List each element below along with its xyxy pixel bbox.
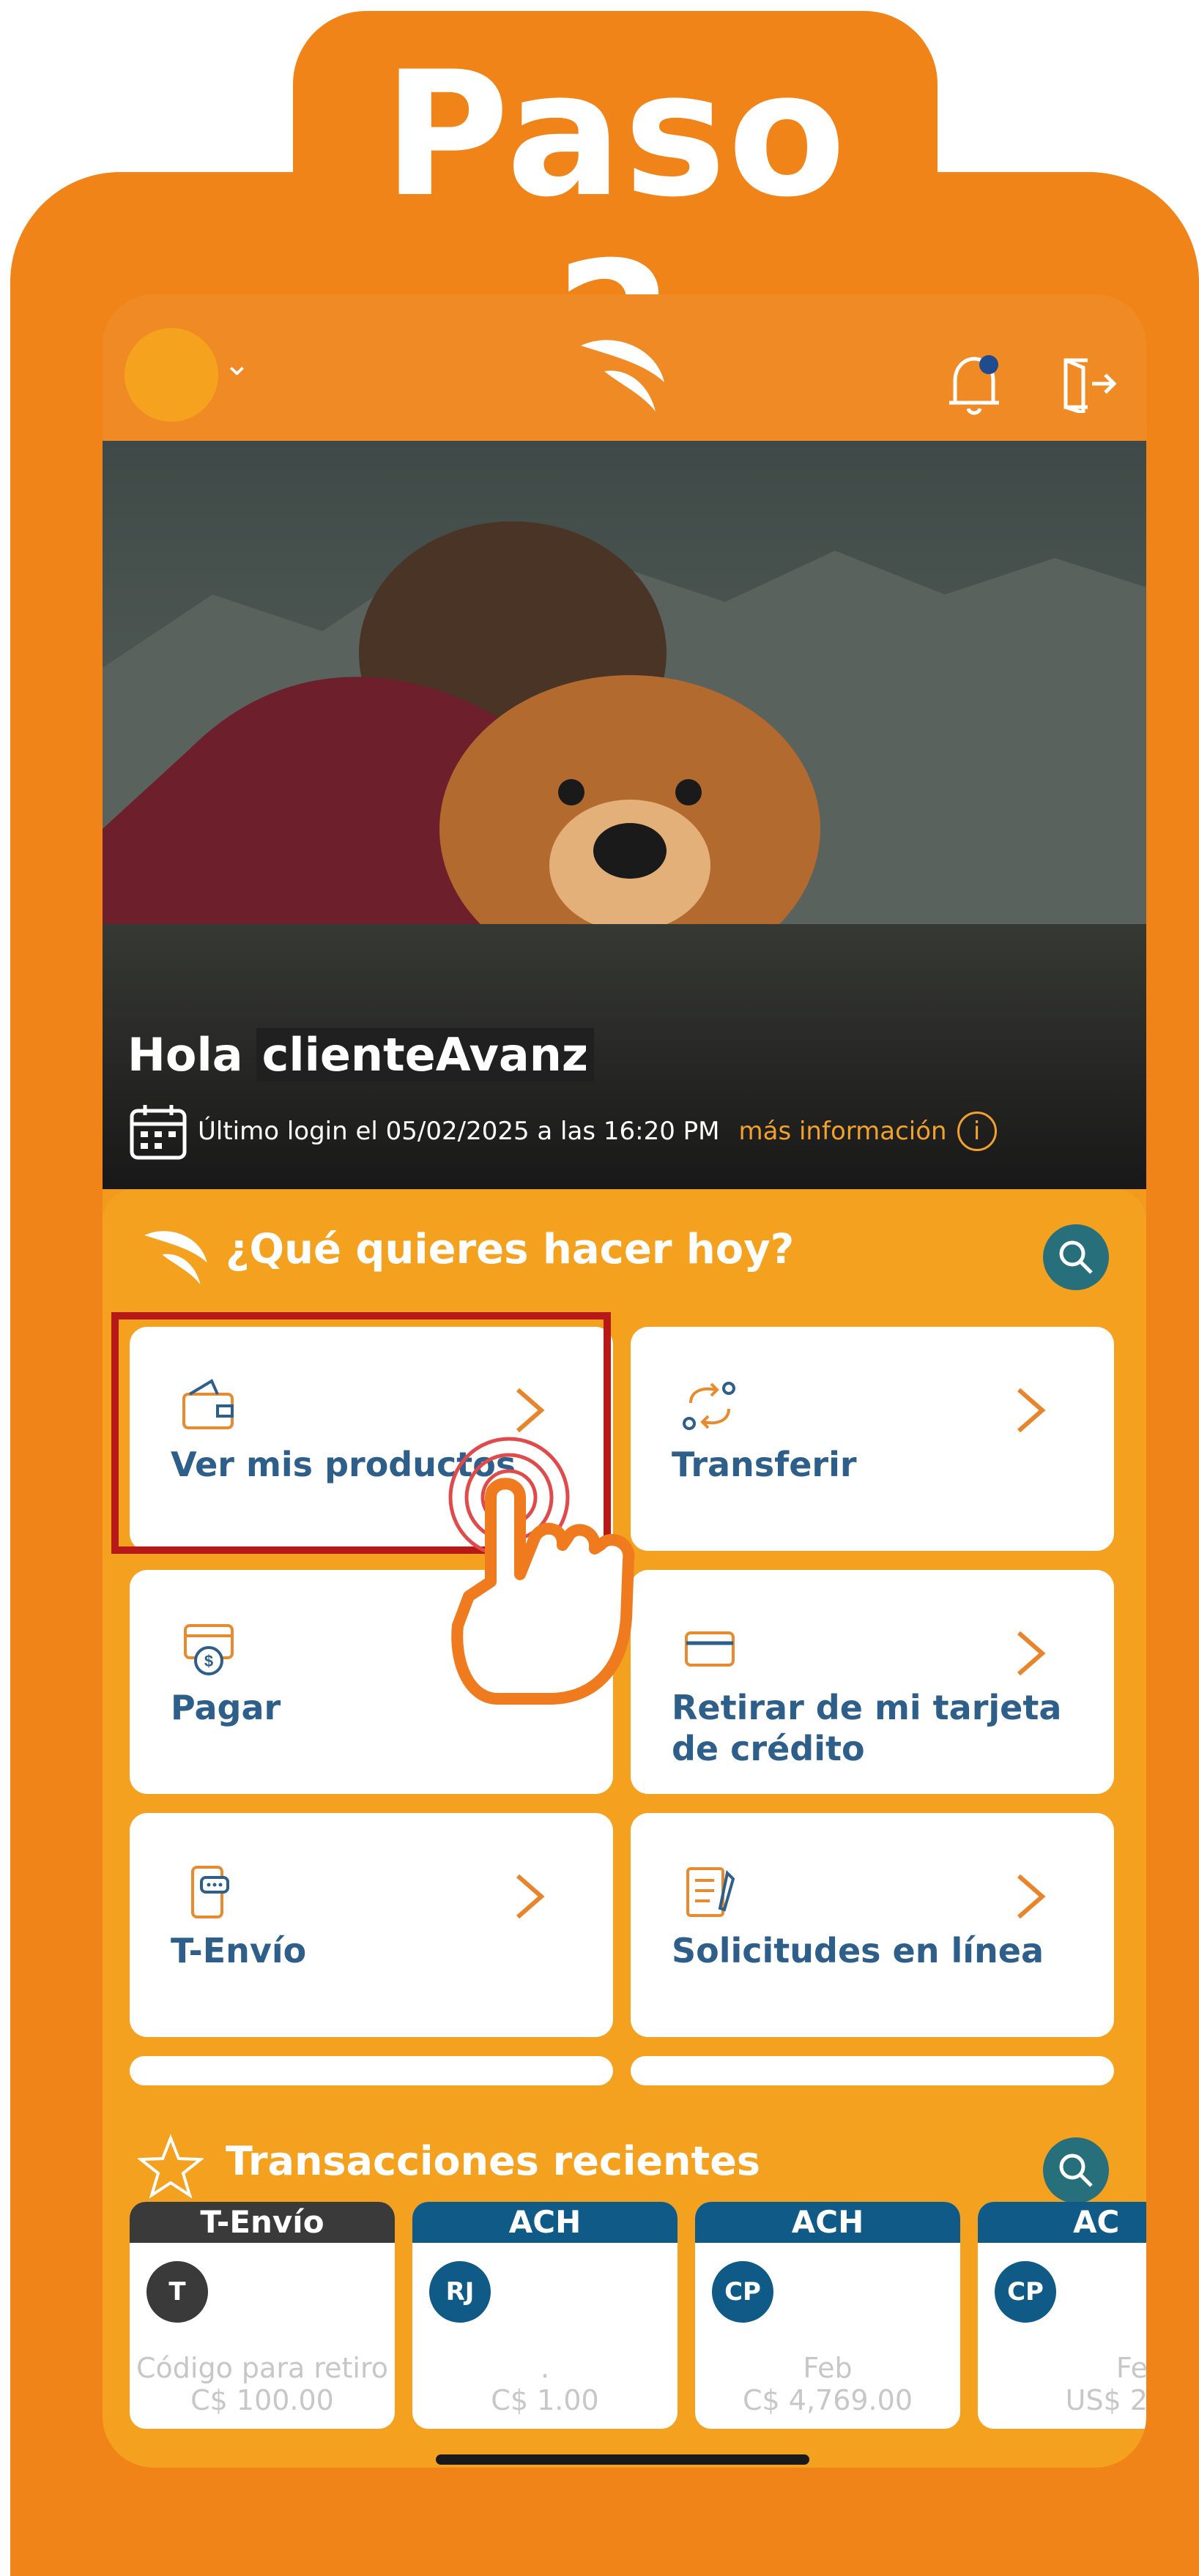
greeting-hello: Hola <box>127 1028 243 1082</box>
greeting: Hola clienteAvanz <box>127 1028 594 1082</box>
bank-logo-icon <box>581 340 664 412</box>
last-login-text: Último login el 05/02/2025 a las 16:20 P… <box>198 1117 720 1146</box>
avatar[interactable] <box>125 328 218 422</box>
transaction-type: AC <box>978 2202 1146 2243</box>
search-icon <box>1059 1240 1093 1274</box>
chevron-right-icon <box>1017 1874 1046 1919</box>
card-retirar-tarjeta[interactable]: Retirar de mi tarjeta de crédito <box>631 1570 1114 1794</box>
chevron-right-icon <box>1017 1388 1046 1433</box>
transaction-badge: RJ <box>427 2259 493 2325</box>
last-login-row: Último login el 05/02/2025 a las 16:20 P… <box>127 1098 997 1164</box>
tap-hand-icon <box>448 1437 635 1705</box>
transaction-detail: Feb C$ 4,769.00 <box>742 2352 913 2416</box>
info-icon[interactable]: i <box>957 1112 997 1151</box>
transaction-card[interactable]: T-Envío T Código para retiro C$ 100.00 <box>130 2202 395 2429</box>
greeting-name: clienteAvanz <box>256 1028 594 1082</box>
search-icon <box>1059 2154 1093 2187</box>
chevron-right-icon <box>1017 1631 1046 1676</box>
card-solicitudes[interactable]: Solicitudes en línea <box>631 1813 1114 2037</box>
transfer-icon <box>683 1382 735 1430</box>
card-label: T-Envío <box>171 1931 307 1970</box>
recent-search-button[interactable] <box>1043 2137 1109 2203</box>
home-indicator <box>436 2454 809 2465</box>
phone-icon <box>191 1866 229 1918</box>
card-label: Retirar de mi tarjeta de crédito <box>672 1688 1062 1768</box>
actions-title: ¿Qué quieres hacer hoy? <box>226 1226 795 1273</box>
photo-scene <box>103 521 1146 924</box>
transaction-detail: Código para retiro C$ 100.00 <box>136 2352 388 2416</box>
card-partial <box>631 2056 1114 2085</box>
transaction-card[interactable]: ACH RJ . C$ 1.00 <box>412 2202 678 2429</box>
transaction-type: T-Envío <box>130 2202 395 2243</box>
transaction-type: ACH <box>412 2202 678 2243</box>
transaction-detail: Fe US$ 2 <box>1065 2352 1146 2416</box>
transaction-type: ACH <box>695 2202 960 2243</box>
card-label: Solicitudes en línea <box>672 1931 1044 1970</box>
logout-icon[interactable] <box>1058 354 1117 413</box>
bank-logo-icon <box>144 1231 207 1285</box>
bill-icon: $ <box>184 1624 234 1675</box>
chevron-down-icon[interactable]: ⌄ <box>223 346 250 383</box>
card-transferir[interactable]: Transferir <box>631 1327 1114 1551</box>
transaction-badge: CP <box>710 2259 776 2325</box>
card-t-envio[interactable]: T-Envío <box>130 1813 613 2037</box>
star-icon <box>138 2134 204 2199</box>
transaction-card[interactable]: ACH CP Feb C$ 4,769.00 <box>695 2202 960 2429</box>
card-icon <box>685 1631 735 1667</box>
svg-text:$: $ <box>204 1652 213 1670</box>
search-button[interactable] <box>1043 1224 1109 1290</box>
transaction-badge: T <box>144 2259 210 2325</box>
recent-title: Transacciones recientes <box>226 2138 761 2184</box>
calendar-icon <box>130 1105 187 1160</box>
card-label: Transferir <box>672 1445 857 1484</box>
more-info-link[interactable]: más información <box>739 1117 947 1146</box>
transaction-card[interactable]: AC CP Fe US$ 2 <box>978 2202 1146 2429</box>
form-icon <box>686 1867 735 1917</box>
bell-icon[interactable] <box>945 351 1003 417</box>
transaction-badge: CP <box>992 2259 1058 2325</box>
card-partial <box>130 2056 613 2085</box>
transaction-detail: . C$ 1.00 <box>491 2352 599 2416</box>
chevron-right-icon <box>516 1874 545 1919</box>
